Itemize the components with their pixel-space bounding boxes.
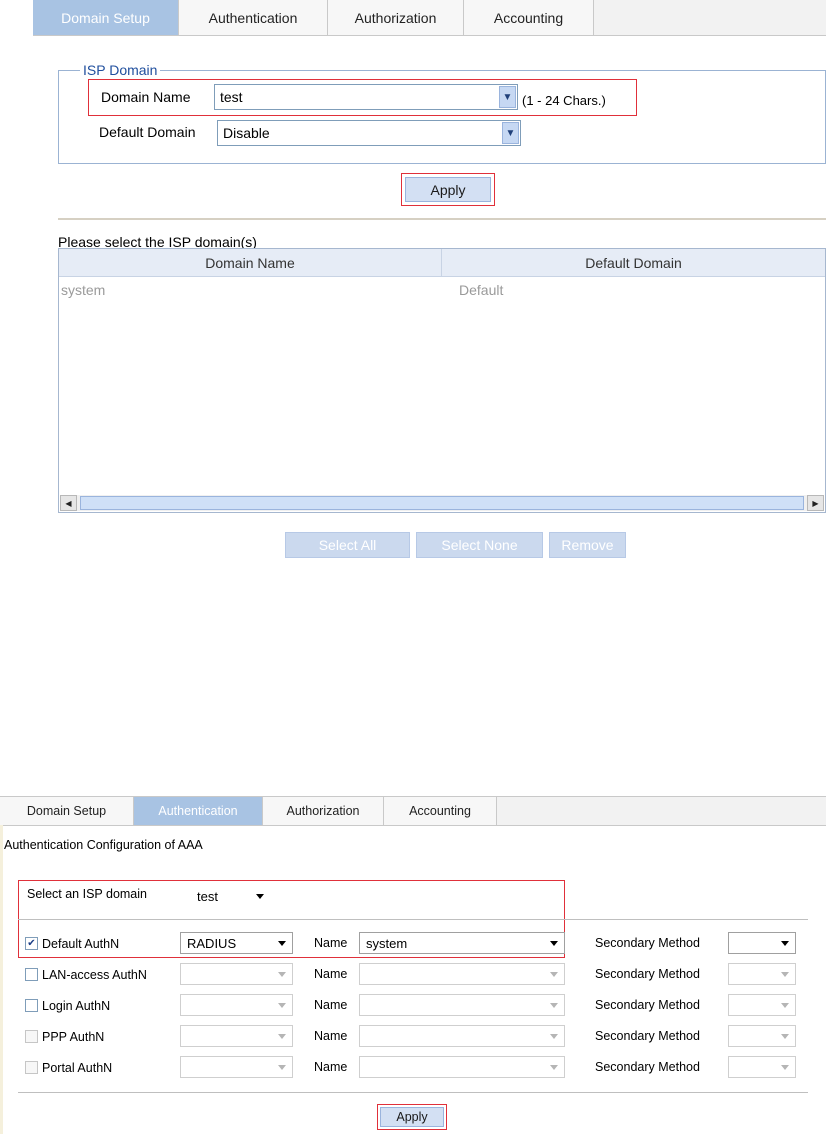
scroll-thumb[interactable] — [80, 496, 804, 510]
cell-domain-name: system — [61, 282, 106, 298]
caret-down-icon — [550, 1034, 558, 1039]
caret-down-icon — [781, 972, 789, 977]
caret-down-icon — [278, 1003, 286, 1008]
tab-bar: Domain Setup Authentication Authorizatio… — [0, 796, 826, 826]
caret-down-icon — [781, 941, 789, 946]
secondary-method-label: Secondary Method — [595, 1060, 700, 1074]
caret-down-icon — [550, 972, 558, 977]
name-label: Name — [314, 967, 348, 981]
caret-down-icon — [550, 941, 558, 946]
secondary-method-label: Secondary Method — [595, 936, 700, 950]
tab-domain-setup[interactable]: Domain Setup — [0, 797, 134, 825]
caret-down-icon — [278, 1034, 286, 1039]
domain-name-hint: (1 - 24 Chars.) — [522, 93, 606, 108]
login-authn-label: Login AuthN — [42, 999, 111, 1013]
name-label: Name — [314, 936, 348, 950]
tab-bar: Domain Setup Authentication Authorizatio… — [33, 0, 826, 36]
isp-domain-legend: ISP Domain — [80, 62, 161, 78]
default-domain-value: Disable — [223, 125, 270, 141]
caret-down-icon — [781, 1003, 789, 1008]
select-all-button[interactable]: Select All — [285, 532, 410, 558]
horizontal-scrollbar[interactable]: ◀ ▶ — [60, 495, 824, 511]
method-value: RADIUS — [187, 935, 237, 951]
name-label: Name — [314, 1029, 348, 1043]
login-name-select[interactable] — [359, 994, 565, 1016]
login-authn-checkbox[interactable] — [25, 999, 38, 1012]
portal-authn-checkbox[interactable] — [25, 1061, 38, 1074]
tab-authorization[interactable]: Authorization — [328, 0, 464, 35]
scroll-left-icon[interactable]: ◀ — [60, 495, 77, 511]
apply-button[interactable]: Apply — [405, 177, 491, 202]
chevron-down-icon[interactable]: ▼ — [499, 86, 516, 108]
lan-access-authn-checkbox[interactable] — [25, 968, 38, 981]
secondary-method-label: Secondary Method — [595, 967, 700, 981]
portal-name-select[interactable] — [359, 1056, 565, 1078]
lan-access-method-select[interactable] — [180, 963, 293, 985]
lan-access-secondary-select[interactable] — [728, 963, 796, 985]
left-border — [0, 825, 3, 1134]
name-label: Name — [314, 1060, 348, 1074]
caret-down-icon — [256, 894, 264, 899]
default-domain-label: Default Domain — [99, 124, 196, 140]
caret-down-icon — [278, 1065, 286, 1070]
caret-down-icon — [781, 1034, 789, 1039]
caret-down-icon — [781, 1065, 789, 1070]
tab-accounting[interactable]: Accounting — [384, 797, 497, 825]
portal-secondary-select[interactable] — [728, 1056, 796, 1078]
default-authn-name-select[interactable]: system — [359, 932, 565, 954]
tab-authentication[interactable]: Authentication — [134, 797, 263, 825]
default-authn-label: Default AuthN — [42, 937, 120, 951]
divider — [18, 1092, 808, 1093]
select-none-button[interactable]: Select None — [416, 532, 543, 558]
secondary-method-label: Secondary Method — [595, 998, 700, 1012]
domain-name-value: test — [220, 89, 243, 105]
name-value: system — [366, 935, 408, 951]
select-isp-domain-label: Select an ISP domain — [27, 887, 147, 901]
domain-table: Domain Name Default Domain system Defaul… — [58, 248, 826, 513]
divider — [58, 218, 826, 220]
column-header-domain-name[interactable]: Domain Name — [59, 249, 442, 277]
default-authn-method-select[interactable]: RADIUS — [180, 932, 293, 954]
column-header-default-domain[interactable]: Default Domain — [442, 249, 825, 277]
chevron-down-icon[interactable]: ▼ — [502, 122, 519, 144]
default-domain-select[interactable]: Disable ▼ — [217, 120, 521, 146]
tab-accounting[interactable]: Accounting — [464, 0, 594, 35]
isp-domain-select[interactable]: test — [190, 885, 271, 907]
remove-button[interactable]: Remove — [549, 532, 626, 558]
isp-domain-value: test — [197, 888, 218, 904]
ppp-authn-label: PPP AuthN — [42, 1030, 105, 1044]
default-authn-secondary-select[interactable] — [728, 932, 796, 954]
domain-name-label: Domain Name — [101, 89, 191, 105]
tab-domain-setup[interactable]: Domain Setup — [33, 0, 179, 35]
page-title: Authentication Configuration of AAA — [4, 838, 203, 852]
scroll-right-icon[interactable]: ▶ — [807, 495, 824, 511]
lan-access-name-select[interactable] — [359, 963, 565, 985]
ppp-authn-checkbox[interactable] — [25, 1030, 38, 1043]
caret-down-icon — [550, 1003, 558, 1008]
caret-down-icon — [550, 1065, 558, 1070]
apply-button[interactable]: Apply — [380, 1107, 444, 1127]
secondary-method-label: Secondary Method — [595, 1029, 700, 1043]
portal-method-select[interactable] — [180, 1056, 293, 1078]
caret-down-icon — [278, 972, 286, 977]
ppp-name-select[interactable] — [359, 1025, 565, 1047]
divider — [18, 919, 808, 920]
login-secondary-select[interactable] — [728, 994, 796, 1016]
tab-authentication[interactable]: Authentication — [179, 0, 328, 35]
portal-authn-label: Portal AuthN — [42, 1061, 113, 1075]
domain-name-combobox[interactable]: test ▼ — [214, 84, 518, 110]
login-method-select[interactable] — [180, 994, 293, 1016]
lan-access-authn-label: LAN-access AuthN — [42, 968, 147, 982]
tab-authorization[interactable]: Authorization — [263, 797, 384, 825]
caret-down-icon — [278, 941, 286, 946]
default-authn-checkbox[interactable]: ✔ — [25, 937, 38, 950]
name-label: Name — [314, 998, 348, 1012]
ppp-method-select[interactable] — [180, 1025, 293, 1047]
cell-default-domain: Default — [459, 282, 504, 298]
ppp-secondary-select[interactable] — [728, 1025, 796, 1047]
